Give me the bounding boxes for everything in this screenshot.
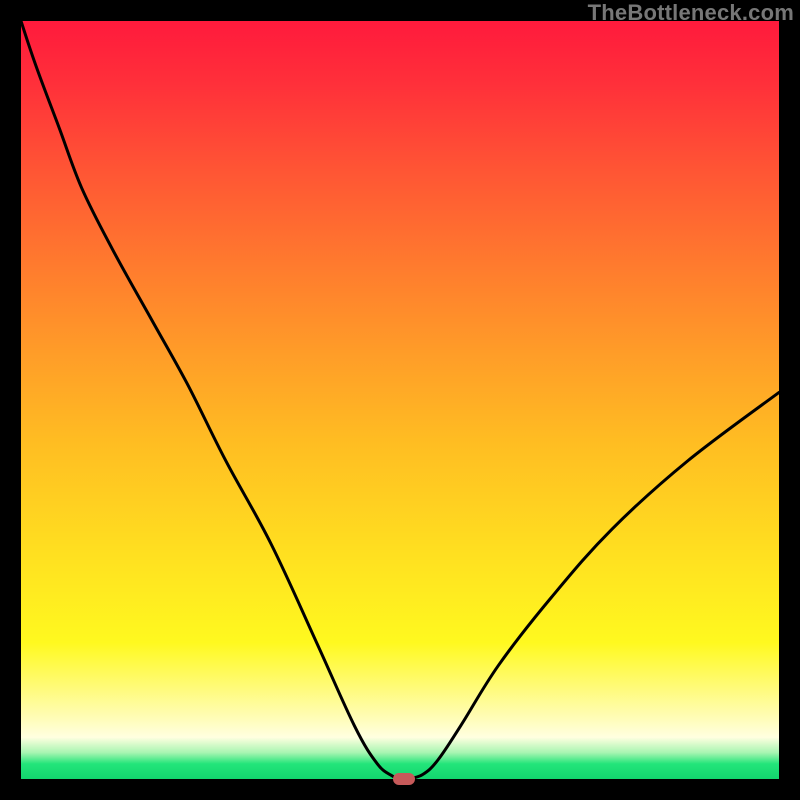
watermark-text: TheBottleneck.com: [588, 0, 794, 26]
chart-curve: [21, 21, 779, 779]
bottleneck-curve-path: [21, 21, 779, 779]
chart-frame: TheBottleneck.com: [0, 0, 800, 800]
chart-marker: [393, 773, 415, 785]
chart-plot-area: [21, 21, 779, 779]
